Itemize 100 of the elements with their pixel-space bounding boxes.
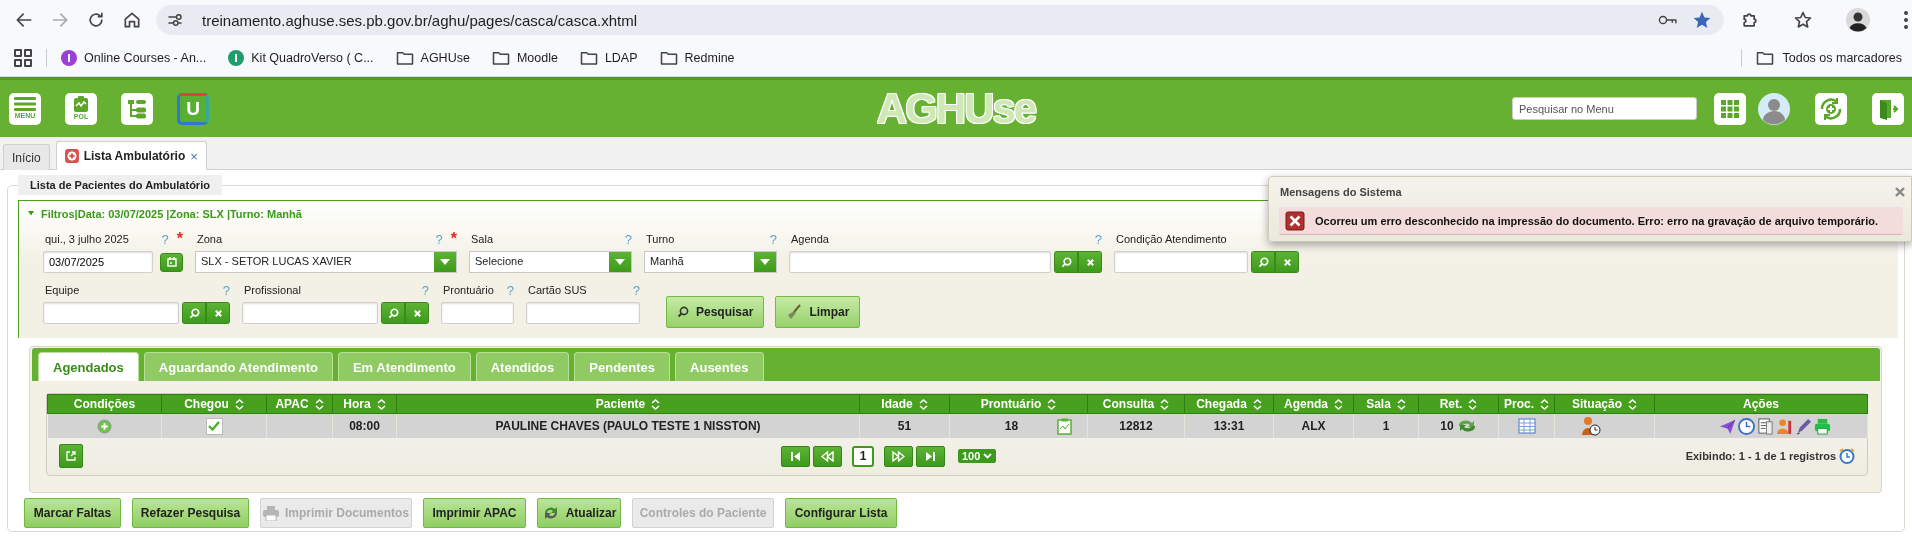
lookup-field[interactable] [1114, 251, 1248, 273]
forward-icon[interactable] [50, 10, 70, 30]
reload-icon[interactable] [86, 10, 106, 30]
help-icon[interactable]: ? [1094, 231, 1102, 247]
bookmark[interactable]: Todos os marcadores [1756, 50, 1902, 66]
person-list-icon[interactable] [1776, 417, 1793, 435]
action-button[interactable]: Atualizar [537, 498, 621, 528]
action-button[interactable]: Marcar Faltas [24, 498, 121, 528]
profile-avatar-icon[interactable] [1846, 8, 1870, 32]
lookup-field[interactable] [789, 251, 1051, 273]
bookmark[interactable]: LDAP [579, 50, 638, 66]
calendar-button[interactable] [160, 252, 183, 272]
help-icon[interactable]: ? [222, 282, 230, 298]
lookup-field[interactable] [43, 302, 179, 324]
clear-button[interactable] [405, 302, 429, 324]
last-page-button[interactable] [916, 445, 945, 467]
help-icon[interactable]: ? [769, 231, 777, 247]
dropdown[interactable]: SLX - SETOR LUCAS XAVIER [195, 251, 457, 273]
help-icon[interactable]: ? [632, 282, 640, 298]
help-icon[interactable]: ? [435, 231, 443, 247]
search-button[interactable]: Pesquisar [666, 296, 765, 328]
checkbox[interactable] [205, 417, 223, 435]
menu-search-field[interactable]: Pesquisar no Menu [1512, 97, 1697, 120]
broom-icon [786, 304, 803, 320]
list-tab[interactable]: Pendentes [574, 352, 671, 381]
send-icon[interactable] [1719, 417, 1736, 435]
more-menu-icon[interactable] [1903, 10, 1909, 30]
bookmark[interactable]: AGHUse [395, 50, 470, 66]
page-tab[interactable]: Lista Ambulatório × [55, 141, 207, 170]
address-bar[interactable]: treinamento.aghuse.ses.pb.gov.br/aghu/pages/casca/casca.xhtml [156, 5, 1724, 35]
home-icon[interactable] [122, 10, 142, 30]
folder-icon [1756, 50, 1775, 66]
help-icon[interactable]: ? [161, 231, 169, 247]
chart-clipboard-icon[interactable] [1057, 417, 1072, 435]
filter-toggle[interactable]: Filtros|Data: 03/07/2025 |Zona: SLX |Turno: Manhã [19, 201, 302, 226]
dropdown[interactable]: Selecione [469, 251, 632, 273]
first-page-icon [789, 450, 802, 462]
clear-button[interactable] [1275, 251, 1299, 273]
search-button[interactable] [381, 302, 405, 324]
alarm-clock-icon[interactable] [1839, 448, 1855, 464]
star-icon[interactable] [1692, 10, 1712, 30]
list-tab[interactable]: Aguardando Atendimento [143, 352, 333, 381]
close-tab-button[interactable]: × [190, 148, 198, 164]
dropdown[interactable]: Manhã [644, 251, 777, 273]
action-button[interactable]: Refazer Pesquisa [132, 498, 249, 528]
site-settings-icon[interactable] [166, 11, 184, 29]
date-field[interactable]: 03/07/2025 [43, 251, 153, 273]
u-button[interactable]: U [177, 92, 209, 125]
text-field[interactable] [441, 302, 514, 324]
help-icon[interactable]: ? [624, 231, 632, 247]
page-size-dropdown[interactable]: 100 [958, 449, 997, 463]
search-icon [1257, 256, 1269, 268]
close-icon[interactable] [1895, 187, 1905, 197]
apps-button[interactable] [1714, 92, 1746, 125]
page-tab[interactable]: Início [3, 144, 50, 170]
add-circle-icon[interactable] [96, 418, 112, 434]
lookup-field[interactable] [242, 302, 378, 324]
table-icon[interactable] [1517, 418, 1536, 434]
apps-grid-icon[interactable] [14, 49, 32, 67]
sync-button[interactable] [1815, 92, 1847, 125]
logout-button[interactable] [1872, 92, 1904, 125]
key-icon[interactable] [1658, 13, 1678, 27]
puzzle-icon[interactable] [1740, 10, 1760, 30]
bookmark[interactable]: Redmine [659, 50, 735, 66]
clock-icon[interactable] [1738, 417, 1755, 435]
clear-button[interactable] [1078, 251, 1102, 273]
list-tab[interactable]: Agendados [38, 352, 139, 381]
sort-icon [234, 398, 244, 410]
list-tab[interactable]: Ausentes [675, 352, 764, 381]
refresh-icon[interactable] [1456, 419, 1477, 433]
column-header[interactable]: Paciente [595, 397, 661, 411]
printer-icon[interactable] [1814, 417, 1831, 435]
page-number[interactable]: 1 [852, 445, 874, 467]
export-button[interactable] [59, 444, 83, 468]
back-icon[interactable] [14, 10, 34, 30]
bookmark[interactable]: Kit QuadroVerso ( C... [228, 50, 374, 66]
search-button[interactable] [1251, 251, 1275, 273]
person-clock-icon[interactable] [1579, 416, 1602, 436]
help-icon[interactable]: ? [421, 282, 429, 298]
tree-button[interactable] [121, 92, 153, 125]
search-button[interactable] [182, 302, 206, 324]
list-tab[interactable]: Em Atendimento [337, 352, 471, 381]
help-icon[interactable]: ? [506, 282, 514, 298]
pen-icon[interactable] [1795, 417, 1812, 435]
error-icon [1285, 210, 1305, 231]
next-page-button[interactable] [884, 445, 913, 467]
action-button[interactable]: Imprimir APAC [423, 498, 526, 528]
bookmark[interactable]: Moodle [491, 50, 558, 66]
user-avatar-icon[interactable] [1758, 92, 1790, 125]
search-button[interactable] [1054, 251, 1078, 273]
list-tab[interactable]: Atendidos [475, 352, 570, 381]
star-list-icon[interactable] [1793, 10, 1813, 30]
clear-button[interactable]: Limpar [775, 296, 861, 328]
first-page-button[interactable] [781, 445, 810, 467]
clear-button[interactable] [206, 302, 230, 324]
action-button[interactable]: Configurar Lista [785, 498, 897, 528]
text-field[interactable] [526, 302, 640, 324]
document-icon[interactable] [1757, 417, 1774, 435]
bookmark[interactable]: Online Courses - An... [61, 50, 207, 66]
previous-page-button[interactable] [813, 445, 842, 467]
